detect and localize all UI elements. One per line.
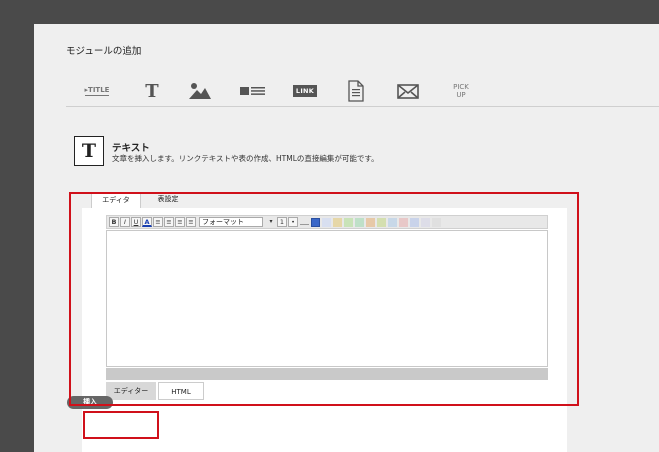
font-color-button[interactable]: A: [142, 217, 152, 227]
tool-image[interactable]: [186, 76, 214, 106]
image-insert-icon[interactable]: [344, 217, 353, 227]
page-title: モジュールの追加: [66, 46, 142, 57]
tool-link[interactable]: LINK: [290, 76, 320, 106]
document-icon: [348, 80, 364, 102]
clear-format-icon[interactable]: [432, 217, 441, 227]
editor-tabs: エディタ 表設定: [82, 192, 603, 208]
underline-button[interactable]: U: [131, 217, 141, 227]
delete-row-icon[interactable]: [399, 217, 408, 227]
numbered-list-icon[interactable]: 1: [277, 217, 287, 227]
rich-text-editor-area[interactable]: [106, 230, 548, 367]
table-col-icon[interactable]: [377, 217, 386, 227]
chevron-down-icon: ▾: [269, 218, 273, 225]
cell-props-icon[interactable]: [388, 217, 397, 227]
anchor-icon[interactable]: [333, 217, 342, 227]
tab-table-settings[interactable]: 表設定: [143, 192, 193, 208]
pickup-icon: PICK UP: [453, 83, 469, 99]
tool-document[interactable]: [344, 76, 368, 106]
toolbar-divider: [66, 106, 659, 107]
section-title: テキスト: [112, 143, 150, 154]
italic-button[interactable]: I: [120, 217, 130, 227]
bulleted-list-icon[interactable]: •: [288, 217, 298, 227]
module-toolbar: ▸TITLE T LINK PICK UP: [66, 76, 656, 106]
link-icon: LINK: [292, 85, 318, 97]
table-row-icon[interactable]: [366, 217, 375, 227]
split-cells-icon[interactable]: [421, 217, 430, 227]
editor-container: B I U A ≡ ≡ ≡ ≡ フォーマット ▾ 1 • エディター HTML: [82, 208, 567, 404]
table-insert-icon[interactable]: [355, 217, 364, 227]
unlink-icon[interactable]: [322, 217, 331, 227]
insert-area: [82, 404, 567, 452]
align-center-icon[interactable]: ≡: [164, 217, 174, 227]
tab-editor[interactable]: エディタ: [91, 192, 141, 208]
format-select[interactable]: フォーマット: [199, 217, 263, 227]
text-module-icon: T: [74, 136, 104, 166]
tool-pickup[interactable]: PICK UP: [446, 76, 476, 106]
mode-tab-editor[interactable]: エディター: [106, 382, 156, 400]
align-right-icon[interactable]: ≡: [175, 217, 185, 227]
link-insert-icon[interactable]: [311, 217, 320, 227]
tool-text[interactable]: T: [140, 76, 164, 106]
tool-image-text[interactable]: [238, 76, 268, 106]
mail-icon: [397, 83, 419, 99]
merge-cells-icon[interactable]: [410, 217, 419, 227]
tool-title[interactable]: ▸TITLE: [82, 76, 112, 106]
section-description: 文章を挿入します。リンクテキストや表の作成、HTMLの直接編集が可能です。: [112, 154, 379, 163]
text-icon: T: [145, 80, 159, 102]
mode-tabs: エディター HTML: [106, 382, 306, 400]
image-text-icon: [240, 87, 265, 95]
align-left-icon[interactable]: ≡: [153, 217, 163, 227]
insert-button[interactable]: 挿入: [67, 396, 113, 409]
align-justify-icon[interactable]: ≡: [186, 217, 196, 227]
image-icon: [189, 83, 211, 99]
horizontal-rule-icon[interactable]: [300, 224, 309, 225]
bold-button[interactable]: B: [109, 217, 119, 227]
title-icon: ▸TITLE: [84, 86, 110, 96]
mode-tab-html[interactable]: HTML: [158, 382, 204, 400]
editor-status-bar: [106, 368, 548, 380]
module-panel: モジュールの追加 ▸TITLE T LINK PICK UP T テキスト 文章…: [34, 24, 659, 452]
rich-text-toolbar: B I U A ≡ ≡ ≡ ≡ フォーマット ▾ 1 •: [106, 215, 548, 229]
tool-mail[interactable]: [394, 76, 422, 106]
